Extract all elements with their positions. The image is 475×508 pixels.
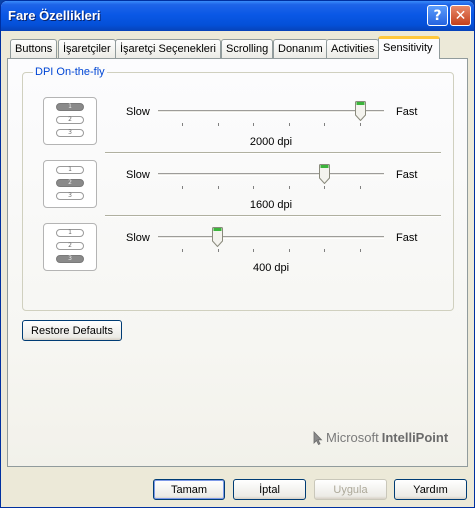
level-pill: 1: [56, 103, 84, 111]
close-icon[interactable]: ✕: [450, 5, 471, 26]
slider-tick: [253, 123, 255, 126]
group-title: DPI On-the-fly: [33, 66, 107, 78]
dpi-slider-track[interactable]: [158, 173, 384, 176]
apply-button[interactable]: Uygula: [314, 479, 387, 500]
slider-tick: [253, 249, 255, 252]
level-pill: 1: [56, 229, 84, 237]
tab-scrolling[interactable]: Scrolling: [221, 39, 274, 58]
restore-defaults-button[interactable]: Restore Defaults: [22, 320, 122, 341]
slider-tick: [288, 249, 290, 252]
title-bar[interactable]: Fare Özellikleri ? ✕: [1, 1, 474, 31]
fast-label: Fast: [396, 106, 418, 118]
slider-tick: [253, 186, 255, 189]
dpi-slider-track[interactable]: [158, 236, 384, 239]
slider-tick: [288, 123, 290, 126]
tab-hardware[interactable]: Donanım: [273, 39, 328, 58]
sensitivity-panel: DPI On-the-fly 1 2 3 Slow Fast 2000 dpi …: [7, 58, 468, 467]
dpi-slider-track[interactable]: [158, 110, 384, 113]
level-pill: 3: [56, 129, 84, 137]
help-icon[interactable]: ?: [427, 5, 448, 26]
dpi-level-2-icon: 1 2 3: [43, 160, 97, 208]
slider-tick: [182, 186, 183, 189]
tab-sensitivity[interactable]: Sensitivity: [378, 36, 440, 59]
slider-tick: [217, 186, 219, 189]
dpi-level-1-icon: 1 2 3: [43, 97, 97, 145]
tab-activities[interactable]: Activities: [326, 39, 380, 58]
tab-buttons[interactable]: Buttons: [10, 39, 58, 58]
dpi-level-3-icon: 1 2 3: [43, 223, 97, 271]
mouse-properties-window: Fare Özellikleri ? ✕ Buttons İşaretçiler…: [0, 0, 475, 508]
tab-pointers[interactable]: İşaretçiler: [58, 39, 116, 58]
dpi-value-label: 400 dpi: [252, 262, 290, 274]
dpi-value-label: 1600 dpi: [249, 199, 293, 211]
mouse-cursor-icon: [313, 430, 323, 445]
brand-microsoft: Microsoft: [326, 430, 379, 445]
dpi-value-label: 2000 dpi: [249, 136, 293, 148]
ok-button[interactable]: Tamam: [153, 479, 225, 500]
slider-tick: [360, 123, 361, 126]
row-divider: [105, 152, 441, 154]
slider-tick: [182, 123, 183, 126]
dpi-slider-thumb[interactable]: [318, 164, 330, 185]
level-pill: 3: [56, 255, 84, 263]
dpi-slider-thumb[interactable]: [212, 227, 224, 248]
slider-tick: [182, 249, 183, 252]
slider-tick: [324, 123, 326, 126]
window-title: Fare Özellikleri: [8, 8, 101, 23]
slider-tick: [324, 249, 326, 252]
slider-tick: [324, 186, 326, 189]
fast-label: Fast: [396, 232, 418, 244]
row-divider: [105, 215, 441, 217]
help-button[interactable]: Yardım: [394, 479, 467, 500]
slider-tick: [360, 186, 361, 189]
slider-tick: [217, 123, 219, 126]
level-pill: 3: [56, 192, 84, 200]
level-pill: 1: [56, 166, 84, 174]
slow-label: Slow: [126, 106, 150, 118]
slow-label: Slow: [126, 232, 150, 244]
brand-product: IntelliPoint: [381, 430, 449, 445]
slider-tick: [360, 249, 361, 252]
dpi-slider-thumb[interactable]: [354, 101, 366, 122]
tab-pointer-options[interactable]: İşaretçi Seçenekleri: [115, 39, 221, 58]
level-pill: 2: [56, 242, 84, 250]
cancel-button[interactable]: İptal: [233, 479, 306, 500]
slider-tick: [217, 249, 219, 252]
fast-label: Fast: [396, 169, 418, 181]
slider-tick: [288, 186, 290, 189]
slow-label: Slow: [126, 169, 150, 181]
level-pill: 2: [56, 116, 84, 124]
intellipoint-logo: Microsoft IntelliPoint: [313, 430, 448, 445]
level-pill: 2: [56, 179, 84, 187]
